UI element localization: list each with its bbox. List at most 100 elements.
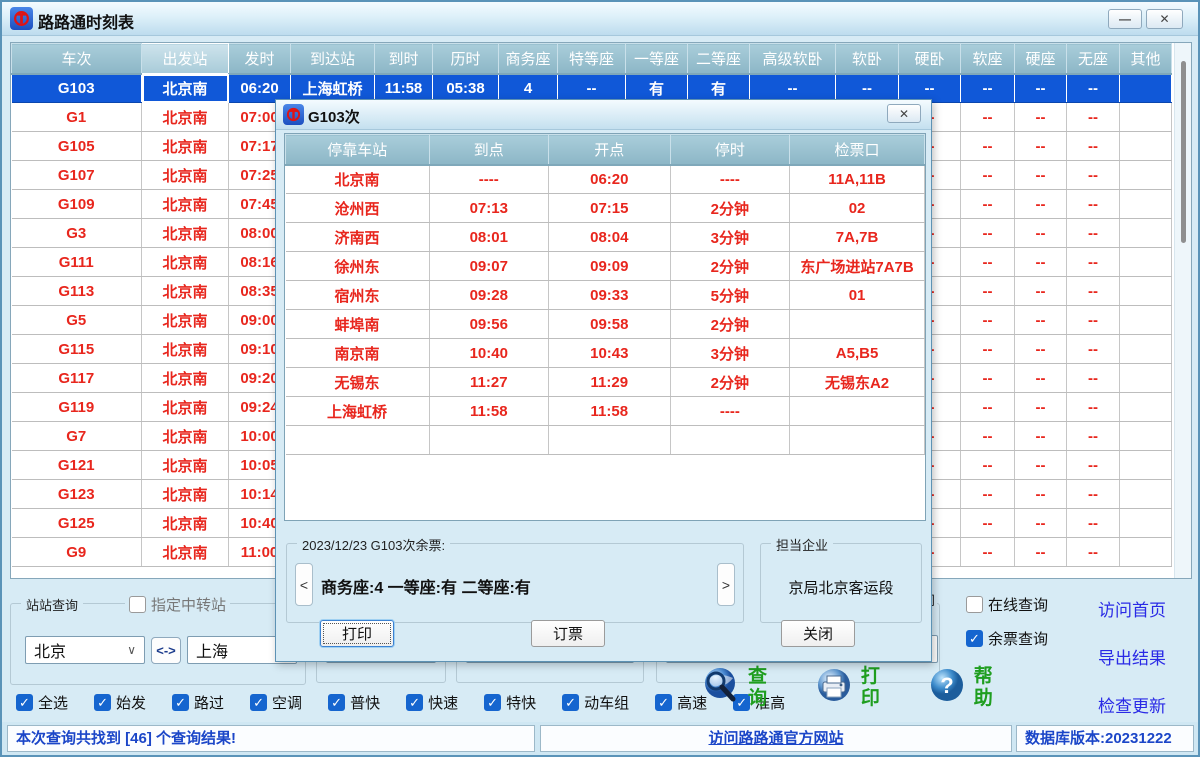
table-cell[interactable] <box>286 426 430 455</box>
table-cell[interactable]: 01 <box>790 281 925 310</box>
checkbox-row[interactable]: ✓特快 <box>484 692 536 713</box>
table-row[interactable]: 蚌埠南09:5609:582分钟 <box>286 310 925 339</box>
table-cell[interactable]: -- <box>961 480 1015 509</box>
table-cell[interactable] <box>670 426 790 455</box>
checkbox[interactable]: ✓ <box>328 694 345 711</box>
table-cell[interactable]: -- <box>961 103 1015 132</box>
checkbox[interactable]: ✓ <box>16 694 33 711</box>
table-cell[interactable]: 5分钟 <box>670 281 790 310</box>
table-cell[interactable]: 10:43 <box>549 339 671 368</box>
table-cell[interactable] <box>1120 451 1172 480</box>
column-header[interactable]: 高级软卧 <box>750 44 836 74</box>
table-cell[interactable]: G103 <box>12 74 142 103</box>
table-cell[interactable]: 徐州东 <box>286 252 430 281</box>
table-cell[interactable] <box>1120 132 1172 161</box>
table-cell[interactable]: 北京南 <box>142 248 229 277</box>
column-header[interactable]: 无座 <box>1067 44 1120 74</box>
checkbox[interactable]: ✓ <box>562 694 579 711</box>
checkbox-row[interactable]: ✓余票查询 <box>966 628 1048 649</box>
table-cell[interactable]: 南京南 <box>286 339 430 368</box>
table-cell[interactable] <box>1120 364 1172 393</box>
checkbox[interactable]: ✓ <box>94 694 111 711</box>
column-header[interactable]: 特等座 <box>558 44 626 74</box>
table-cell[interactable]: 11:58 <box>549 397 671 426</box>
column-header[interactable]: 硬卧 <box>899 44 961 74</box>
column-header[interactable]: 历时 <box>433 44 499 74</box>
table-cell[interactable]: G109 <box>12 190 142 219</box>
column-header[interactable]: 停时 <box>670 135 790 165</box>
table-cell[interactable]: -- <box>1015 364 1067 393</box>
table-cell[interactable]: G121 <box>12 451 142 480</box>
table-cell[interactable] <box>1120 306 1172 335</box>
column-header[interactable]: 检票口 <box>790 135 925 165</box>
table-cell[interactable]: 10:40 <box>429 339 549 368</box>
table-cell[interactable] <box>549 426 671 455</box>
checkbox[interactable]: ✓ <box>655 694 672 711</box>
checkbox-row[interactable]: ✓快速 <box>406 692 458 713</box>
table-cell[interactable]: 09:33 <box>549 281 671 310</box>
table-cell[interactable]: -- <box>1015 335 1067 364</box>
table-cell[interactable] <box>1120 422 1172 451</box>
table-cell[interactable]: 东广场进站7A7B <box>790 252 925 281</box>
table-cell[interactable]: 无锡东A2 <box>790 368 925 397</box>
transfer-checkbox-row[interactable]: 指定中转站 <box>125 594 230 615</box>
print-action-button[interactable]: 打印 <box>813 664 883 711</box>
table-cell[interactable] <box>1120 161 1172 190</box>
table-cell[interactable]: -- <box>961 509 1015 538</box>
table-cell[interactable] <box>1120 393 1172 422</box>
table-row[interactable]: 济南西08:0108:043分钟7A,7B <box>286 223 925 252</box>
table-cell[interactable]: 济南西 <box>286 223 430 252</box>
table-cell[interactable]: -- <box>961 538 1015 567</box>
table-cell[interactable]: G119 <box>12 393 142 422</box>
table-cell[interactable]: -- <box>961 277 1015 306</box>
table-cell[interactable]: 07:13 <box>429 194 549 223</box>
checkbox[interactable]: ✓ <box>966 630 983 647</box>
table-cell[interactable]: ---- <box>670 397 790 426</box>
table-cell[interactable]: 北京南 <box>142 538 229 567</box>
table-cell[interactable]: 北京南 <box>142 161 229 190</box>
dialog-close-action-button[interactable]: 关闭 <box>781 620 855 647</box>
table-row[interactable]: 上海虹桥11:5811:58---- <box>286 397 925 426</box>
table-cell[interactable]: -- <box>1067 335 1120 364</box>
column-header[interactable]: 车次 <box>12 44 142 74</box>
next-arrow-button[interactable]: > <box>717 563 735 606</box>
table-cell[interactable]: 宿州东 <box>286 281 430 310</box>
table-cell[interactable]: 北京南 <box>142 219 229 248</box>
table-cell[interactable]: 09:07 <box>429 252 549 281</box>
column-header[interactable]: 到点 <box>429 135 549 165</box>
table-cell[interactable]: 07:15 <box>549 194 671 223</box>
table-cell[interactable]: -- <box>1015 190 1067 219</box>
table-cell[interactable]: 11:29 <box>549 368 671 397</box>
table-cell[interactable] <box>1120 74 1172 103</box>
table-cell[interactable]: -- <box>961 306 1015 335</box>
table-cell[interactable]: -- <box>1067 74 1120 103</box>
table-cell[interactable]: 08:01 <box>429 223 549 252</box>
close-button[interactable]: ✕ <box>1146 9 1183 29</box>
table-cell[interactable]: G7 <box>12 422 142 451</box>
checkbox-row[interactable]: ✓动车组 <box>562 692 629 713</box>
column-header[interactable]: 一等座 <box>626 44 688 74</box>
transfer-checkbox[interactable] <box>129 596 146 613</box>
side-link[interactable]: 检查更新 <box>1098 692 1166 717</box>
table-cell[interactable]: -- <box>1015 509 1067 538</box>
table-cell[interactable]: -- <box>1067 248 1120 277</box>
table-cell[interactable]: 北京南 <box>142 480 229 509</box>
column-header[interactable]: 硬座 <box>1015 44 1067 74</box>
table-cell[interactable]: 3分钟 <box>670 339 790 368</box>
checkbox-row[interactable]: ✓路过 <box>172 692 224 713</box>
table-cell[interactable]: G125 <box>12 509 142 538</box>
swap-stations-button[interactable]: <-> <box>151 637 181 664</box>
table-cell[interactable]: 2分钟 <box>670 310 790 339</box>
table-cell[interactable]: 09:28 <box>429 281 549 310</box>
table-row[interactable]: 宿州东09:2809:335分钟01 <box>286 281 925 310</box>
checkbox[interactable] <box>966 596 983 613</box>
table-cell[interactable]: G117 <box>12 364 142 393</box>
checkbox-row[interactable]: 在线查询 <box>966 594 1048 615</box>
checkbox-row[interactable]: ✓全选 <box>16 692 68 713</box>
query-button[interactable]: 查询 <box>700 664 770 711</box>
status-website-link[interactable]: 访问路路通官方网站 <box>540 725 1012 752</box>
table-cell[interactable]: 北京南 <box>286 165 430 194</box>
table-row[interactable] <box>286 426 925 455</box>
table-cell[interactable]: G107 <box>12 161 142 190</box>
table-cell[interactable]: -- <box>961 393 1015 422</box>
